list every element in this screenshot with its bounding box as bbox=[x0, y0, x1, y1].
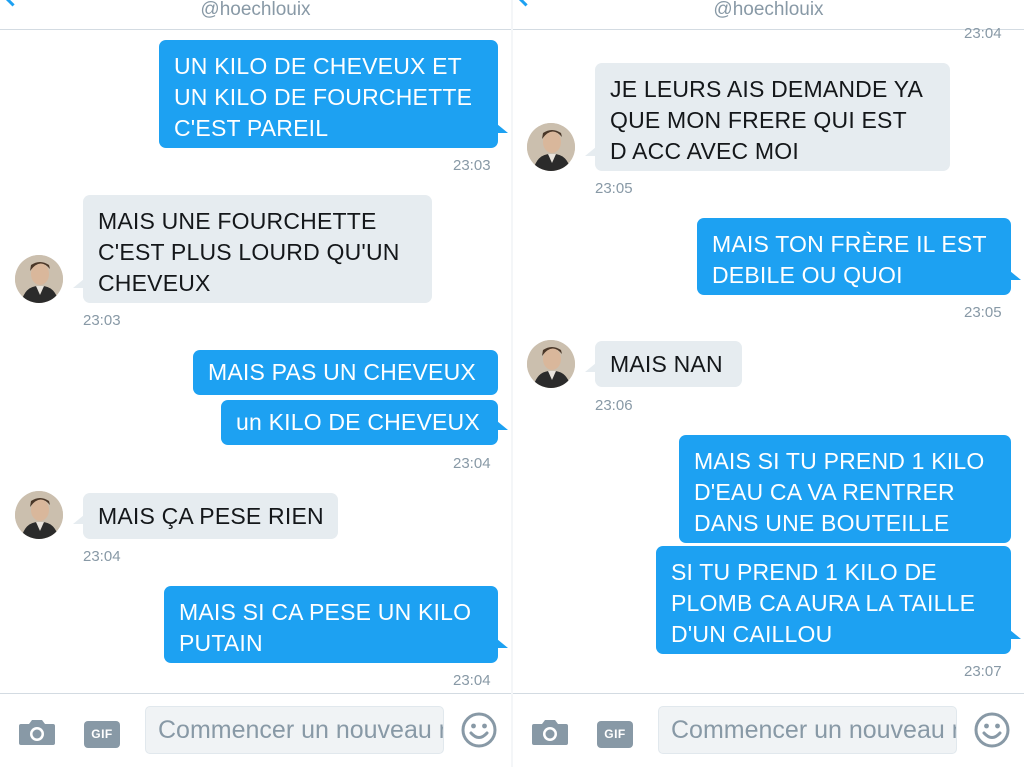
message-timestamp: 23:03 bbox=[453, 157, 491, 174]
message-timestamp: 23:04 bbox=[83, 548, 121, 565]
camera-icon[interactable] bbox=[530, 717, 570, 747]
avatar[interactable] bbox=[527, 340, 575, 388]
header-handle[interactable]: @hoechlouix bbox=[513, 0, 1024, 20]
avatar-image bbox=[527, 340, 575, 388]
bubble-tail bbox=[73, 515, 84, 524]
message-bubble-sent[interactable]: un KILO DE CHEVEUX bbox=[221, 400, 498, 445]
message-timestamp: 23:04 bbox=[453, 672, 491, 689]
bubble-tail bbox=[1010, 630, 1021, 639]
message-input[interactable]: Commencer un nouveau message bbox=[658, 706, 957, 754]
message-bubble-sent[interactable]: MAIS SI CA PESE UN KILO PUTAIN bbox=[164, 586, 498, 663]
avatar[interactable] bbox=[15, 255, 63, 303]
emoji-icon[interactable] bbox=[973, 711, 1011, 749]
message-bubble-received[interactable]: MAIS NAN bbox=[595, 341, 742, 387]
message-timestamp: 23:05 bbox=[964, 304, 1002, 321]
avatar-image bbox=[527, 123, 575, 171]
message-timestamp: 23:04 bbox=[964, 25, 1002, 42]
bubble-tail bbox=[497, 639, 508, 648]
message-bubble-received[interactable]: MAIS ÇA PESE RIEN bbox=[83, 493, 338, 539]
camera-icon[interactable] bbox=[17, 717, 57, 747]
left-conversation-pane: @hoechlouix UN KILO DE CHEVEUX ET UN KIL… bbox=[0, 0, 511, 767]
avatar[interactable] bbox=[15, 491, 63, 539]
bubble-tail bbox=[1010, 271, 1021, 280]
bubble-tail bbox=[497, 421, 508, 430]
avatar-image bbox=[15, 255, 63, 303]
header-handle[interactable]: @hoechlouix bbox=[0, 0, 511, 20]
message-bubble-sent[interactable]: UN KILO DE CHEVEUX ET UN KILO DE FOURCHE… bbox=[159, 40, 498, 148]
message-bubble-sent[interactable]: SI TU PREND 1 KILO DE PLOMB CA AURA LA T… bbox=[656, 546, 1011, 654]
bubble-tail bbox=[73, 279, 84, 288]
bubble-tail bbox=[497, 124, 508, 133]
message-timestamp: 23:05 bbox=[595, 180, 633, 197]
message-composer: GIF Commencer un nouveau message bbox=[513, 693, 1024, 767]
message-bubble-sent[interactable]: MAIS SI TU PREND 1 KILO D'EAU CA VA RENT… bbox=[679, 435, 1011, 543]
message-timestamp: 23:03 bbox=[83, 312, 121, 329]
message-timestamp: 23:04 bbox=[453, 455, 491, 472]
avatar[interactable] bbox=[527, 123, 575, 171]
message-bubble-sent[interactable]: MAIS PAS UN CHEVEUX bbox=[193, 350, 498, 395]
avatar-image bbox=[15, 491, 63, 539]
message-timestamp: 23:06 bbox=[595, 397, 633, 414]
conversation-header: @hoechlouix bbox=[0, 0, 511, 30]
bubble-tail bbox=[585, 363, 596, 372]
message-composer: GIF Commencer un nouveau message bbox=[0, 693, 511, 767]
gif-button[interactable]: GIF bbox=[84, 721, 120, 748]
conversation-header: @hoechlouix bbox=[513, 0, 1024, 30]
message-bubble-received[interactable]: JE LEURS AIS DEMANDE YA QUE MON FRERE QU… bbox=[595, 63, 950, 171]
right-conversation-pane: @hoechlouix 23:04 JE LEURS AIS DEMANDE Y… bbox=[513, 0, 1024, 767]
bubble-tail bbox=[585, 147, 596, 156]
message-timestamp: 23:07 bbox=[964, 663, 1002, 680]
emoji-icon[interactable] bbox=[460, 711, 498, 749]
message-bubble-sent[interactable]: MAIS TON FRÈRE IL EST DEBILE OU QUOI bbox=[697, 218, 1011, 295]
message-input[interactable]: Commencer un nouveau message bbox=[145, 706, 444, 754]
message-bubble-received[interactable]: MAIS UNE FOURCHETTE C'EST PLUS LOURD QU'… bbox=[83, 195, 432, 303]
gif-button[interactable]: GIF bbox=[597, 721, 633, 748]
